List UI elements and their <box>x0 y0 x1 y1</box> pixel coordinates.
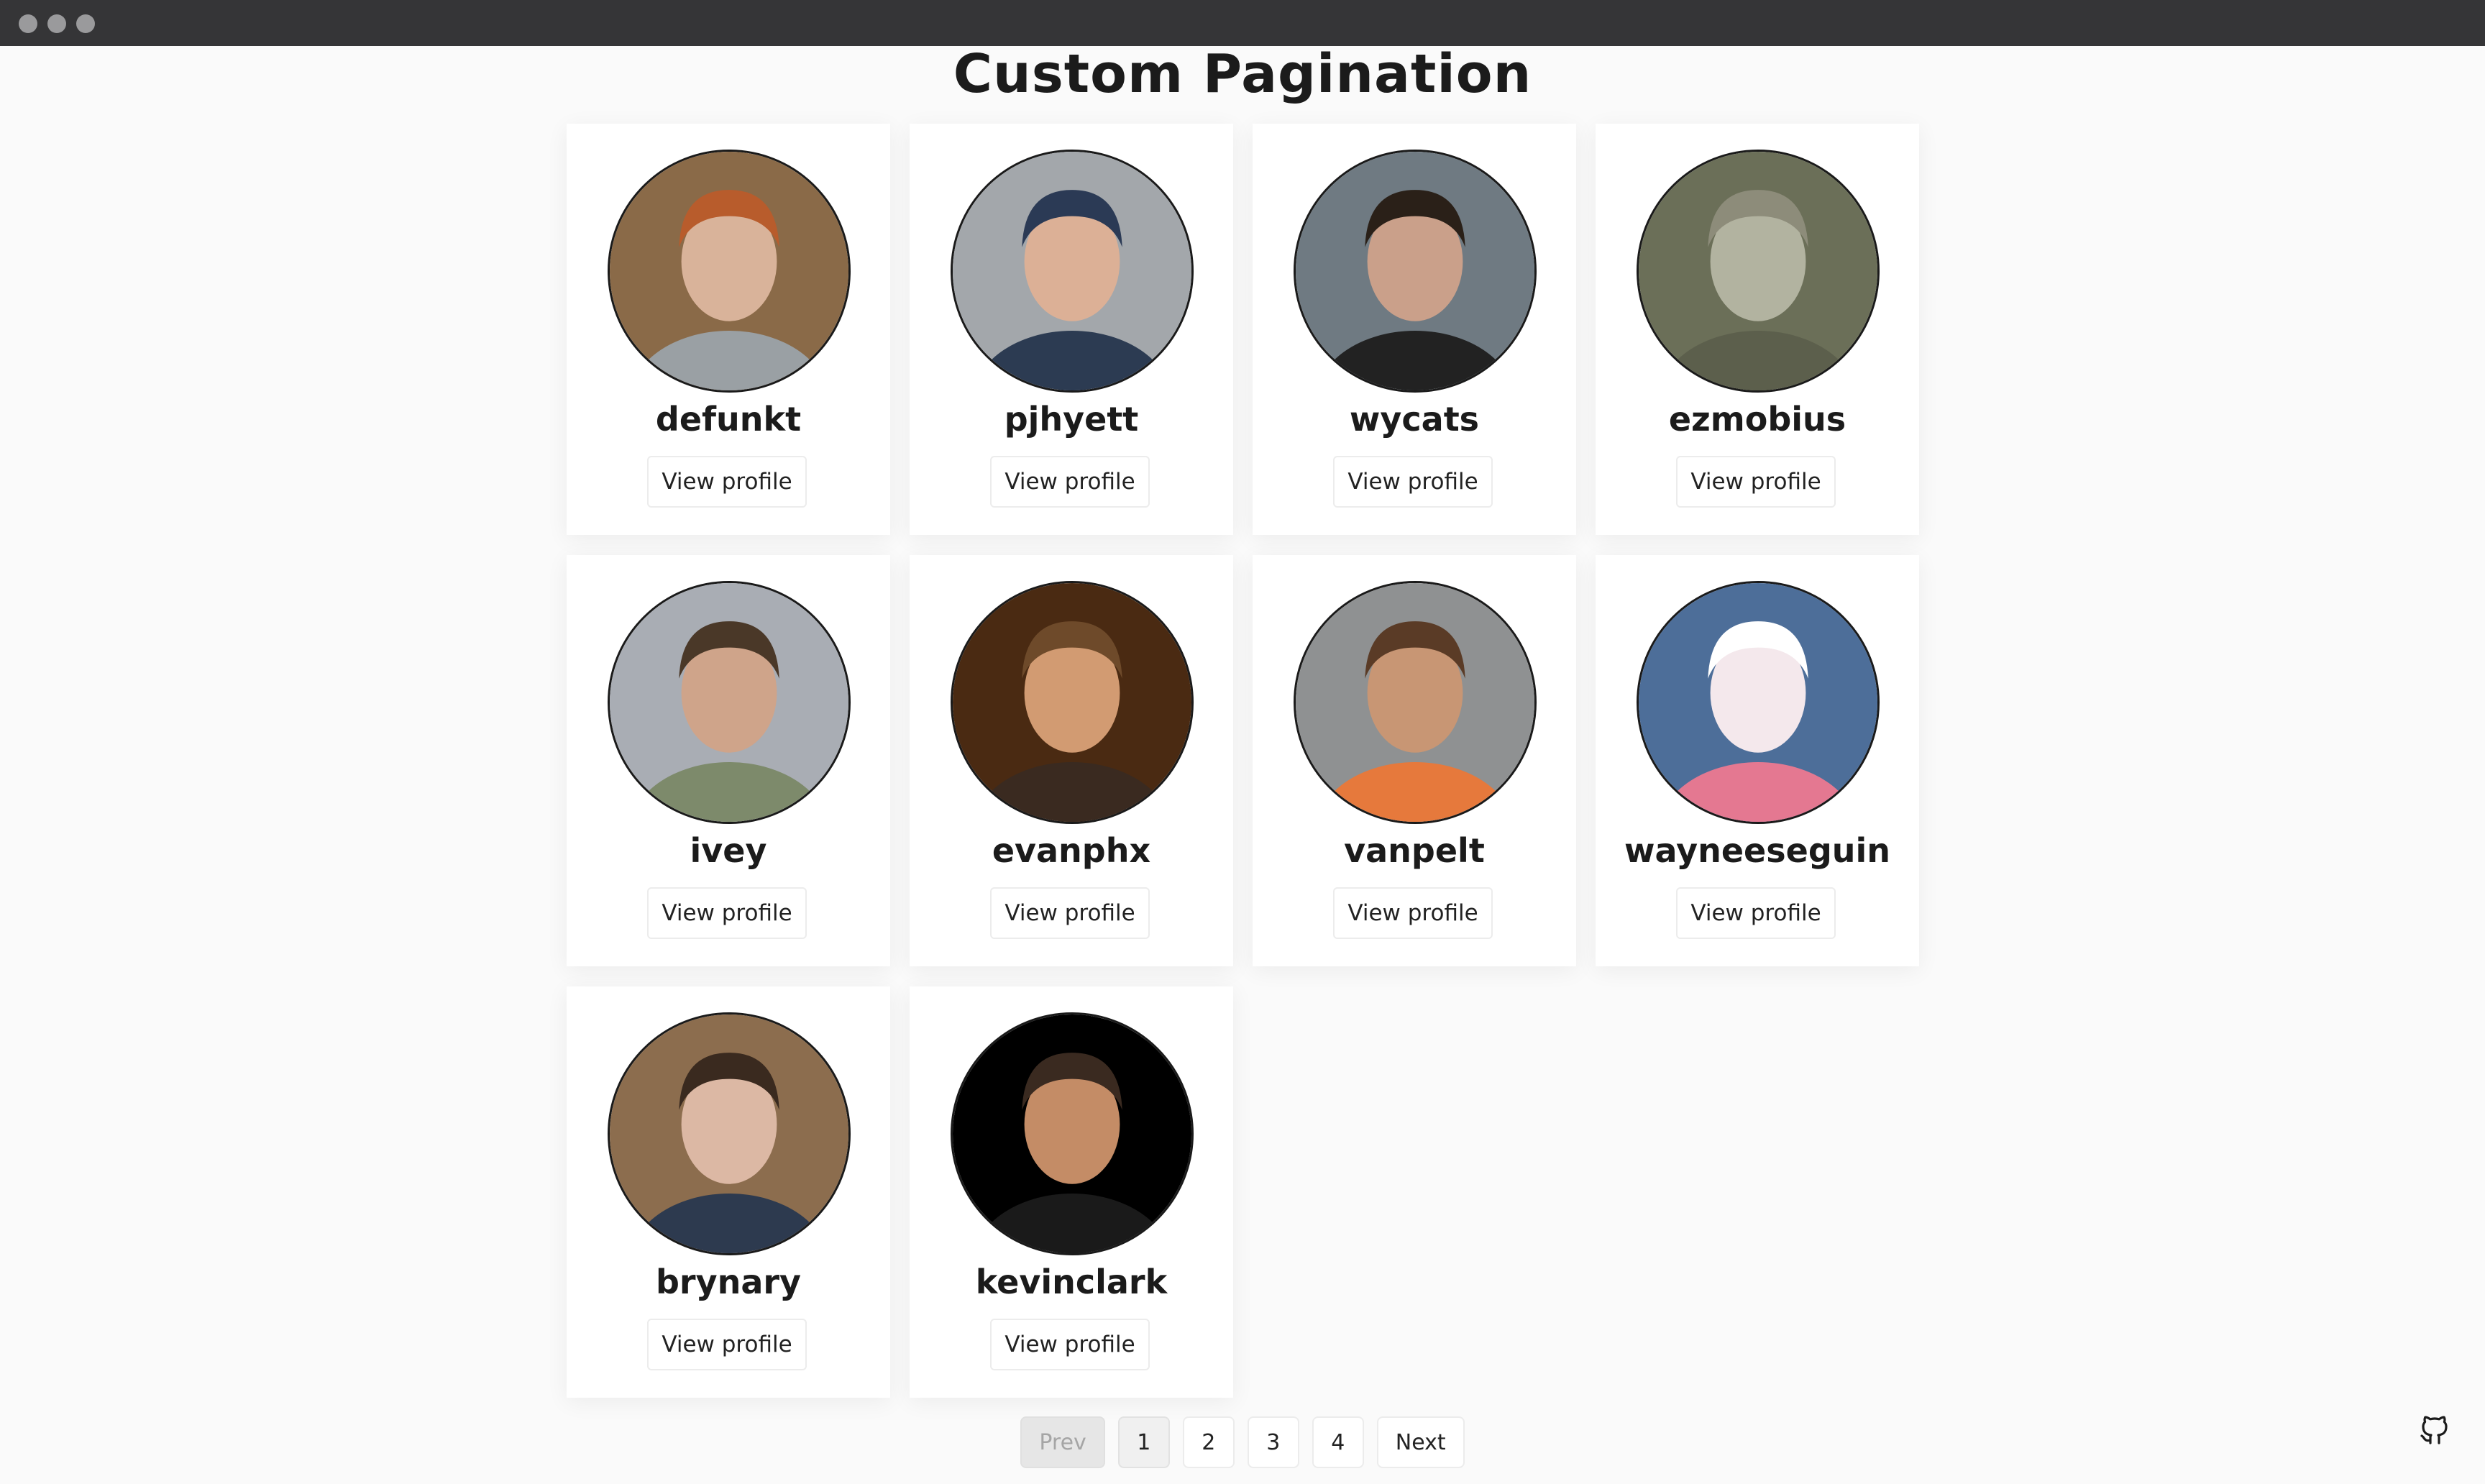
user-card: brynary View profile <box>567 986 890 1398</box>
vanpelt-avatar <box>1294 581 1537 824</box>
username: vanpelt <box>1344 831 1485 870</box>
window-close-dot[interactable] <box>19 14 37 33</box>
defunkt-avatar <box>608 150 851 393</box>
username: defunkt <box>655 400 802 439</box>
page-button-2[interactable]: 2 <box>1182 1416 1235 1468</box>
view-profile-button[interactable]: View profile <box>990 1319 1150 1370</box>
username: ezmobius <box>1668 400 1846 439</box>
view-profile-button[interactable]: View profile <box>990 887 1150 939</box>
user-card: ezmobius View profile <box>1596 124 1919 535</box>
page-button-3[interactable]: 3 <box>1247 1416 1299 1468</box>
view-profile-button[interactable]: View profile <box>1333 887 1493 939</box>
view-profile-button[interactable]: View profile <box>647 887 807 939</box>
wayneeseguin-avatar <box>1637 581 1880 824</box>
username: brynary <box>655 1263 802 1301</box>
page-title: Custom Pagination <box>953 43 1532 105</box>
user-card: vanpelt View profile <box>1253 555 1576 966</box>
window-titlebar <box>0 0 2485 46</box>
user-card: ivey View profile <box>567 555 890 966</box>
user-card: defunkt View profile <box>567 124 890 535</box>
username: ivey <box>690 831 767 870</box>
ezmobius-avatar <box>1637 150 1880 393</box>
window-maximize-dot[interactable] <box>76 14 95 33</box>
prev-button[interactable]: Prev <box>1020 1416 1105 1468</box>
view-profile-button[interactable]: View profile <box>1676 887 1836 939</box>
evanphx-avatar <box>951 581 1194 824</box>
github-icon[interactable] <box>2417 1413 2452 1447</box>
view-profile-button[interactable]: View profile <box>990 456 1150 508</box>
username: wycats <box>1349 400 1480 439</box>
view-profile-button[interactable]: View profile <box>647 1319 807 1370</box>
user-card: wycats View profile <box>1253 124 1576 535</box>
window-minimize-dot[interactable] <box>47 14 66 33</box>
username: wayneeseguin <box>1624 831 1891 870</box>
username: evanphx <box>992 831 1151 870</box>
username: kevinclark <box>975 1263 1168 1301</box>
view-profile-button[interactable]: View profile <box>1676 456 1836 508</box>
user-card: kevinclark View profile <box>910 986 1233 1398</box>
next-button[interactable]: Next <box>1376 1416 1465 1468</box>
brynary-avatar <box>608 1012 851 1255</box>
page-button-4[interactable]: 4 <box>1312 1416 1364 1468</box>
view-profile-button[interactable]: View profile <box>1333 456 1493 508</box>
username: pjhyett <box>1004 400 1139 439</box>
kevinclark-avatar <box>951 1012 1194 1255</box>
user-card: pjhyett View profile <box>910 124 1233 535</box>
pagination: Prev 1 2 3 4 Next <box>0 1416 2485 1468</box>
wycats-avatar <box>1294 150 1537 393</box>
user-card: evanphx View profile <box>910 555 1233 966</box>
user-card-grid: defunkt View profile pjhyett View profile wy… <box>567 124 1919 1398</box>
page-button-1[interactable]: 1 <box>1117 1416 1170 1468</box>
view-profile-button[interactable]: View profile <box>647 456 807 508</box>
pjhyett-avatar <box>951 150 1194 393</box>
ivey-avatar <box>608 581 851 824</box>
user-card: wayneeseguin View profile <box>1596 555 1919 966</box>
